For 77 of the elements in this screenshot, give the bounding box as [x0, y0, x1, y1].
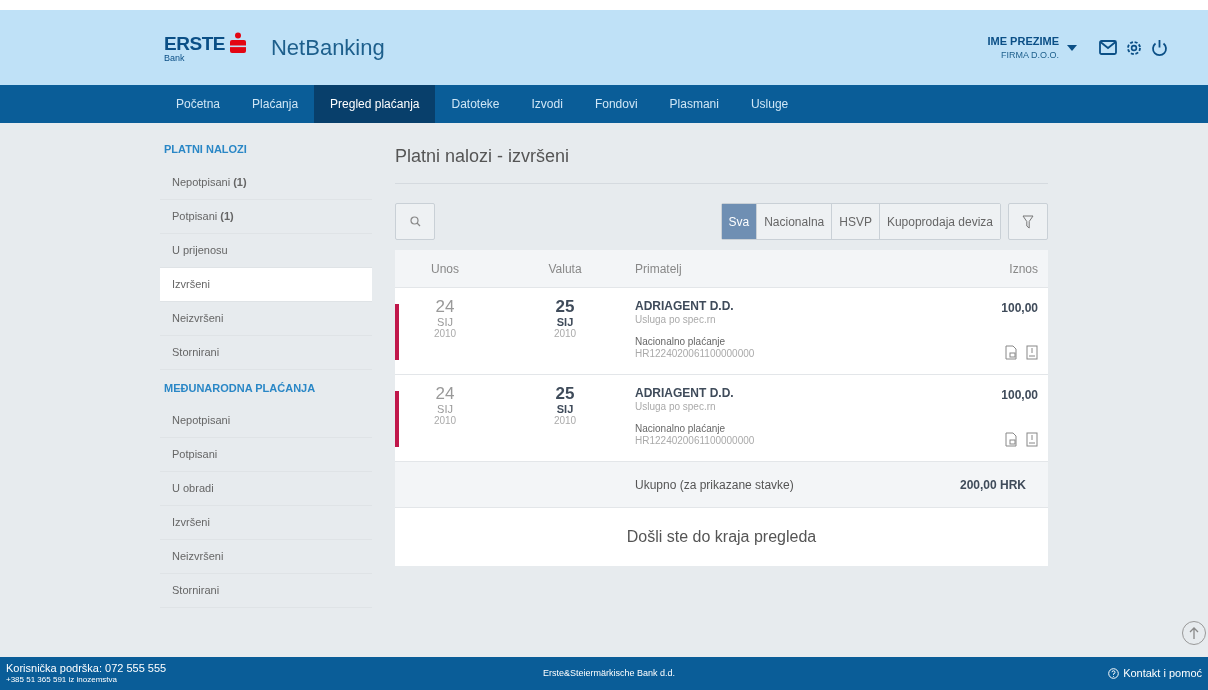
arrow-up-icon: [1189, 627, 1199, 639]
document-icon[interactable]: [1005, 432, 1017, 447]
sidebar-item[interactable]: U obradi: [160, 472, 372, 506]
nav-tab[interactable]: Plasmani: [653, 85, 735, 123]
date-year: 2010: [553, 329, 577, 339]
filter-button[interactable]: [1008, 203, 1048, 240]
date-day: 25: [555, 385, 575, 402]
payment-type: Nacionalno plaćanje: [635, 335, 727, 348]
sidebar-item[interactable]: Neizvršeni: [160, 301, 372, 336]
section-title: PLATNI NALOZI: [163, 142, 248, 157]
date-year: 2010: [553, 416, 577, 426]
filter-tab[interactable]: Sva: [721, 204, 757, 239]
end-message: Došli ste do kraja pregleda: [625, 527, 818, 547]
sidebar-item[interactable]: Potpisani: [160, 438, 372, 472]
bank-name: Erste&Steiermärkische Bank d.d.: [543, 666, 676, 680]
account-number: HR1224020061100000000: [635, 435, 756, 448]
column-header: Unos: [430, 260, 460, 278]
search-button[interactable]: [395, 203, 435, 240]
help-icon: [1108, 668, 1120, 679]
pdf-icon[interactable]: [1026, 432, 1038, 447]
nav-tab[interactable]: Pregled plaćanja: [314, 85, 436, 123]
sidebar-item[interactable]: Stornirani: [160, 574, 372, 608]
total-amount: 200,00 HRK: [959, 476, 1027, 494]
date-year: 2010: [433, 416, 457, 426]
pdf-icon[interactable]: [1026, 345, 1038, 360]
nav-tab[interactable]: Izvodi: [515, 85, 579, 123]
column-header: Valuta: [547, 260, 583, 278]
payment-description: Usluga po spec.rn: [635, 401, 717, 414]
sidebar-item[interactable]: Izvršeni: [160, 267, 372, 302]
date-month: SIJ: [556, 404, 574, 415]
contact-link[interactable]: Kontakt i pomoć: [1108, 665, 1202, 682]
sidebar-item[interactable]: Izvršeni: [160, 506, 372, 540]
caret-icon[interactable]: [1067, 44, 1077, 51]
column-header: Iznos: [1009, 260, 1039, 278]
amount: 100,00: [1001, 300, 1038, 317]
page-title: Platni nalozi - izvršeni: [395, 131, 1048, 184]
filter-tab[interactable]: HSVP: [831, 204, 879, 239]
date-day: 24: [435, 385, 455, 402]
sidebar-item[interactable]: Neizvršeni: [160, 540, 372, 574]
document-icon[interactable]: [1005, 345, 1017, 360]
logo[interactable]: ERSTE Bank: [164, 32, 247, 63]
settings-icon[interactable]: [1125, 38, 1143, 57]
payment-type: Nacionalno plaćanje: [635, 422, 727, 435]
payment-description: Usluga po spec.rn: [635, 314, 717, 327]
column-header: Primatelj: [635, 260, 683, 278]
sidebar-item[interactable]: Nepotpisani (1): [160, 165, 372, 200]
date-day: 25: [555, 298, 575, 315]
date-year: 2010: [433, 329, 457, 339]
filter-tab[interactable]: Kupoprodaja deviza: [878, 204, 1000, 239]
section-title: MEĐUNARODNA PLAĆANJA: [163, 380, 317, 396]
filter-icon: [1022, 214, 1034, 229]
nav-tab[interactable]: Početna: [160, 85, 237, 123]
nav-tab[interactable]: Usluge: [734, 85, 805, 123]
support-phone: Korisnička podrška: 072 555 555: [6, 661, 168, 676]
account-number: HR1224020061100000000: [635, 348, 756, 361]
user-menu[interactable]: IME PREZIME FIRMA D.O.O.: [987, 32, 1077, 63]
search-icon: [409, 216, 421, 227]
filter-tab[interactable]: Nacionalna: [756, 204, 832, 239]
sidebar-item[interactable]: Potpisani (1): [160, 199, 372, 234]
date-day: 24: [435, 298, 455, 315]
nav-tab[interactable]: Fondovi: [578, 85, 654, 123]
nav-tab[interactable]: Plaćanja: [236, 85, 315, 123]
power-icon[interactable]: [1151, 38, 1168, 57]
date-month: SIJ: [437, 317, 453, 328]
sidebar-item[interactable]: Stornirani: [160, 335, 372, 370]
nav-tab[interactable]: Datoteke: [435, 85, 516, 123]
support-phone-abroad: +385 51 365 591 iz inozemstva: [6, 675, 118, 686]
app-name: NetBanking: [271, 34, 385, 62]
amount: 100,00: [1001, 387, 1038, 404]
sidebar-item[interactable]: U prijenosu: [160, 233, 372, 268]
recipient-name: ADRIAGENT D.D.: [635, 299, 735, 314]
date-month: SIJ: [556, 317, 574, 328]
date-month: SIJ: [437, 404, 453, 415]
recipient-name: ADRIAGENT D.D.: [635, 386, 735, 401]
total-label: Ukupno (za prikazane stavke): [635, 476, 795, 494]
mail-icon[interactable]: [1099, 40, 1117, 55]
sidebar-item[interactable]: Nepotpisani: [160, 404, 372, 438]
